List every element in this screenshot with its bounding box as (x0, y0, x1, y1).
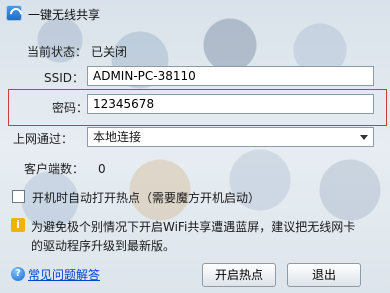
dropdown-arrow-icon (360, 135, 368, 140)
clients-row: 客户端数： 0 (24, 160, 106, 177)
wifi-app-icon (6, 5, 22, 21)
info-icon: i (11, 218, 25, 232)
ssid-label: SSID： (44, 71, 85, 85)
clients-value: 0 (98, 161, 106, 176)
start-hotspot-button[interactable]: 开启热点 (202, 263, 276, 287)
faq-link[interactable]: 常见问题解答 (28, 266, 100, 283)
password-input[interactable]: 12345678 (87, 94, 374, 114)
network-row: 上网通过： (13, 130, 73, 147)
network-label: 上网通过： (13, 132, 74, 146)
network-selected-value: 本地连接 (93, 130, 142, 144)
status-row: 当前状态： (27, 43, 87, 60)
autostart-checkbox[interactable] (12, 190, 25, 203)
password-label: 密码： (52, 101, 89, 115)
status-label: 当前状态： (27, 45, 88, 59)
exit-button[interactable]: 退出 (287, 263, 361, 287)
notice-text: 为避免极个别情况下开启WiFi共享遭遇蓝屏，建议把无线网卡 的驱动程序升级到最新… (31, 218, 355, 256)
status-value-row: 已关闭 (91, 43, 127, 60)
notice-line-1: 为避免极个别情况下开启WiFi共享遭遇蓝屏，建议把无线网卡 (31, 220, 356, 234)
window-title: 一键无线共享 (28, 8, 101, 22)
status-value: 已关闭 (91, 45, 128, 59)
network-select[interactable]: 本地连接 (87, 127, 374, 147)
ssid-input[interactable]: ADMIN-PC-38110 (87, 66, 374, 86)
ssid-row: SSID： (44, 69, 84, 86)
password-row: 密码： (52, 99, 88, 116)
title-bar: 一键无线共享 (0, 0, 390, 26)
autostart-row: 开机时自动打开热点（需要魔方开机启动） (32, 189, 260, 206)
autostart-label: 开机时自动打开热点（需要魔方开机启动） (32, 191, 261, 205)
help-icon: ? (11, 267, 25, 281)
clients-label: 客户端数： (24, 162, 85, 176)
notice-line-2: 的驱动程序升级到最新版。 (31, 239, 176, 253)
